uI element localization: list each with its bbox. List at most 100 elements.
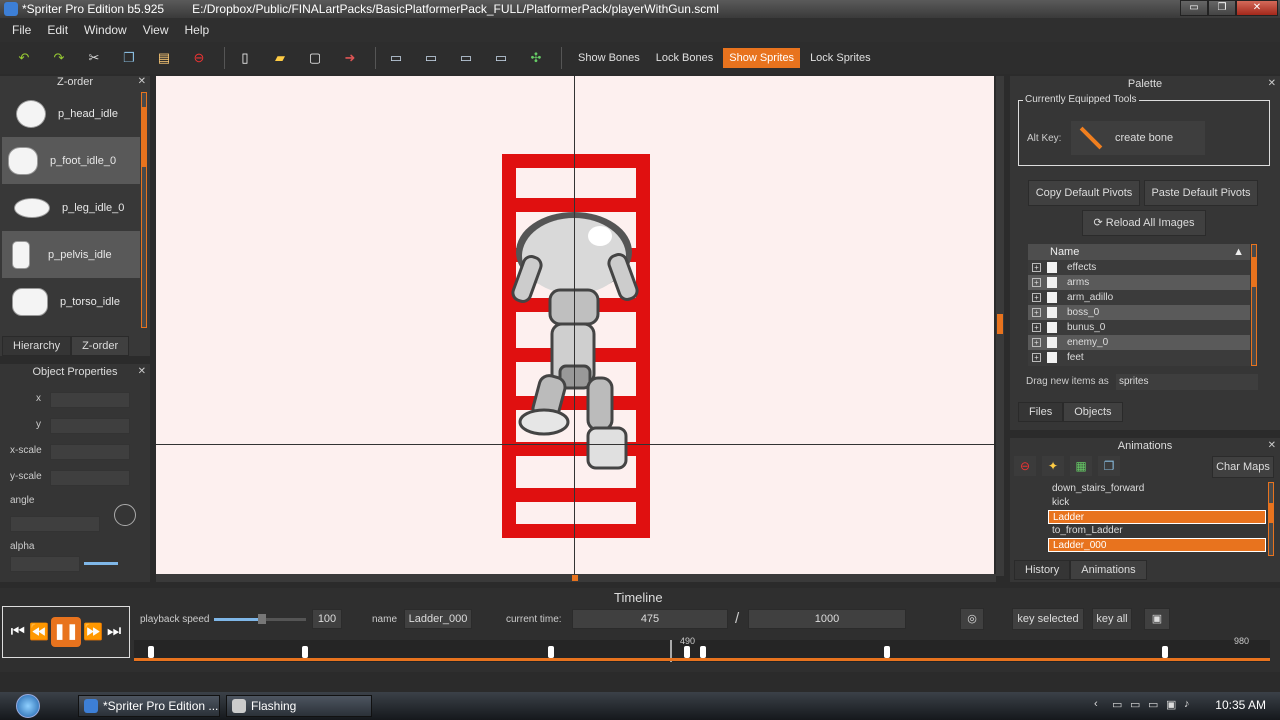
tree-folder[interactable]: + feet: [1028, 350, 1250, 365]
angle-field[interactable]: [10, 516, 100, 532]
close-icon[interactable]: ✕: [138, 366, 146, 377]
zorder-item[interactable]: p_foot_idle_0: [2, 137, 140, 184]
tree-header[interactable]: Name ▲: [1028, 244, 1250, 260]
playback-speed-knob[interactable]: [258, 614, 267, 624]
menu-help[interactable]: Help: [185, 23, 210, 37]
add-entity-icon[interactable]: ✦: [1042, 456, 1064, 476]
close-icon[interactable]: ✕: [1268, 440, 1276, 451]
files-tree-scrollbar[interactable]: [1251, 244, 1257, 366]
playback-speed-slider[interactable]: [214, 614, 306, 624]
zorder-scrollbar[interactable]: [141, 92, 147, 328]
settings-icon[interactable]: ◎: [960, 608, 984, 630]
rewind-icon[interactable]: ⏪: [29, 622, 49, 642]
undo-icon[interactable]: ↶: [14, 48, 34, 68]
new-file-icon[interactable]: ▯: [235, 48, 255, 68]
keyframe[interactable]: [684, 646, 690, 658]
tree-folder[interactable]: + enemy_0: [1028, 335, 1250, 350]
zorder-item[interactable]: p_torso_idle: [2, 278, 140, 325]
canvas-vertical-scrollbar[interactable]: [996, 76, 1004, 576]
animation-name-field[interactable]: Ladder_000: [404, 609, 472, 629]
fit-view-icon[interactable]: ✣: [526, 48, 546, 68]
close-icon[interactable]: ✕: [1268, 78, 1276, 89]
copy-default-pivots-button[interactable]: Copy Default Pivots: [1028, 180, 1140, 206]
animation-canvas[interactable]: [156, 76, 994, 574]
timeline-track[interactable]: 490 980: [134, 636, 1270, 662]
skip-start-icon[interactable]: ⏮: [11, 623, 25, 641]
add-animation-icon[interactable]: ▦: [1070, 456, 1092, 476]
key-options-icon[interactable]: ▣: [1144, 608, 1170, 630]
keyframe[interactable]: [148, 646, 154, 658]
zorder-item[interactable]: p_leg_idle_0: [2, 184, 140, 231]
show-sprites-toggle[interactable]: Show Sprites: [723, 48, 801, 68]
tree-folder[interactable]: + boss_0: [1028, 305, 1250, 320]
start-button[interactable]: [8, 692, 48, 720]
network-icon[interactable]: ▣: [1166, 698, 1180, 712]
tab-history[interactable]: History: [1014, 560, 1071, 580]
key-all-button[interactable]: key all: [1092, 608, 1132, 630]
tray-icon[interactable]: ▭: [1130, 698, 1144, 712]
animation-item-selected[interactable]: Ladder: [1048, 510, 1266, 524]
expand-icon[interactable]: +: [1032, 263, 1041, 272]
keyframe[interactable]: [884, 646, 890, 658]
menu-view[interactable]: View: [143, 23, 169, 37]
skip-end-icon[interactable]: ⏭: [107, 623, 121, 641]
show-bones-toggle[interactable]: Show Bones: [572, 48, 646, 68]
animation-item[interactable]: to_from_Ladder: [1048, 524, 1266, 538]
animation-item[interactable]: kick: [1048, 496, 1266, 510]
lock-sprites-toggle[interactable]: Lock Sprites: [804, 48, 877, 68]
tray-icon[interactable]: ▭: [1148, 698, 1162, 712]
keyframe[interactable]: [1162, 646, 1168, 658]
maximize-button[interactable]: ❐: [1208, 0, 1236, 16]
zorder-item[interactable]: p_pelvis_idle: [2, 231, 140, 278]
animation-item[interactable]: down_stairs_forward: [1048, 482, 1266, 496]
keyframe[interactable]: [700, 646, 706, 658]
menu-file[interactable]: File: [12, 23, 31, 37]
animation-item-selected[interactable]: Ladder_000: [1048, 538, 1266, 552]
tree-folder[interactable]: + effects: [1028, 260, 1250, 275]
minimize-button[interactable]: ▭: [1180, 0, 1208, 16]
tab-animations[interactable]: Animations: [1070, 560, 1147, 580]
copy-icon[interactable]: ❐: [119, 48, 139, 68]
duplicate-animation-icon[interactable]: ❐: [1098, 456, 1120, 476]
delete-icon[interactable]: ⊖: [189, 48, 209, 68]
expand-icon[interactable]: +: [1032, 323, 1041, 332]
clock[interactable]: 10:35 AM: [1215, 698, 1266, 712]
alpha-field[interactable]: [10, 556, 80, 572]
expand-icon[interactable]: +: [1032, 278, 1041, 287]
close-icon[interactable]: ✕: [138, 76, 146, 87]
paste-icon[interactable]: ▤: [154, 48, 174, 68]
keyframe[interactable]: [548, 646, 554, 658]
key-selected-button[interactable]: key selected: [1012, 608, 1084, 630]
redo-icon[interactable]: ↷: [49, 48, 69, 68]
canvas-horizontal-scrollbar[interactable]: [156, 574, 996, 582]
tray-icon[interactable]: ▭: [1112, 698, 1126, 712]
paste-default-pivots-button[interactable]: Paste Default Pivots: [1144, 180, 1258, 206]
window-layout-4-icon[interactable]: ▭: [491, 48, 511, 68]
export-icon[interactable]: ➜: [340, 48, 360, 68]
fast-forward-icon[interactable]: ⏩: [83, 622, 103, 642]
create-bone-tool[interactable]: create bone: [1071, 121, 1205, 155]
window-layout-3-icon[interactable]: ▭: [456, 48, 476, 68]
tree-folder[interactable]: + arms: [1028, 275, 1250, 290]
tree-folder[interactable]: + bunus_0: [1028, 320, 1250, 335]
close-button[interactable]: ✕: [1236, 0, 1278, 16]
animation-list-scrollbar[interactable]: [1268, 482, 1274, 556]
cut-icon[interactable]: ✂: [84, 48, 104, 68]
expand-icon[interactable]: +: [1032, 353, 1041, 362]
tab-objects[interactable]: Objects: [1063, 402, 1123, 422]
window-layout-2-icon[interactable]: ▭: [421, 48, 441, 68]
tree-folder[interactable]: + arm_adillo: [1028, 290, 1250, 305]
tab-hierarchy[interactable]: Hierarchy: [2, 336, 72, 356]
expand-icon[interactable]: +: [1032, 293, 1041, 302]
angle-dial[interactable]: [114, 504, 136, 526]
lock-bones-toggle[interactable]: Lock Bones: [650, 48, 719, 68]
open-folder-icon[interactable]: ▰: [270, 48, 290, 68]
menu-window[interactable]: Window: [84, 23, 127, 37]
pause-icon[interactable]: ❚❚: [51, 617, 81, 647]
char-maps-button[interactable]: Char Maps: [1212, 456, 1274, 478]
y-field[interactable]: [50, 418, 130, 434]
menu-edit[interactable]: Edit: [47, 23, 68, 37]
drag-items-select[interactable]: sprites: [1116, 374, 1258, 390]
tab-zorder[interactable]: Z-order: [71, 336, 130, 356]
y-scale-field[interactable]: [50, 470, 130, 486]
